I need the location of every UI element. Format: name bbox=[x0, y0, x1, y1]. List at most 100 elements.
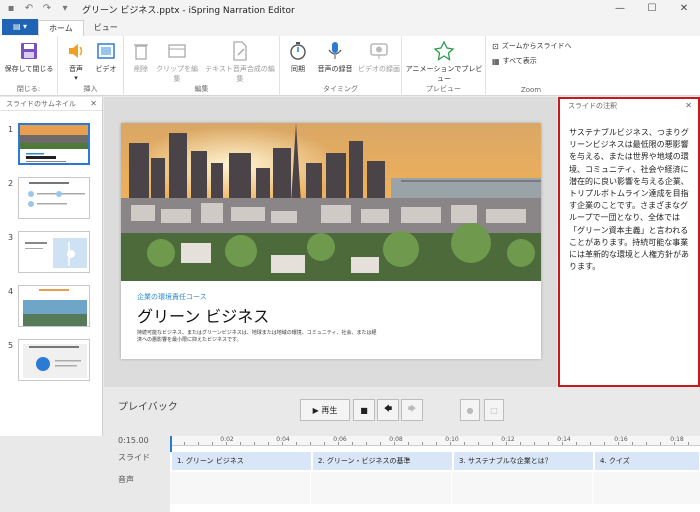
audio-button[interactable]: 音声 ▾ bbox=[62, 40, 90, 82]
current-time: 0:15.00 bbox=[118, 436, 149, 445]
tts-edit-button[interactable]: テキスト音声合成の編集 bbox=[202, 40, 278, 84]
video-label: ビデオ bbox=[95, 65, 117, 73]
preview-animation-button[interactable]: アニメーションでプレビュー bbox=[404, 40, 484, 84]
audio-dropdown-icon[interactable]: ▾ bbox=[62, 74, 90, 82]
insert-group-label: 挿入 bbox=[83, 85, 98, 93]
slide-preview: 企業の環境責任コース グリーン ビジネス 持続可能なビジネス、またはグリーンビジ… bbox=[121, 123, 541, 359]
thumbnail-preview bbox=[18, 285, 90, 327]
slide-thumbnail-3[interactable]: 3 bbox=[6, 231, 98, 275]
stop-button[interactable]: ■ bbox=[353, 399, 375, 421]
zoom-to-slide-button[interactable]: ⊡ ズームからスライドへ bbox=[492, 41, 572, 51]
thumbnail-preview bbox=[18, 177, 90, 219]
slide-thumbnail-4[interactable]: 4 bbox=[6, 285, 98, 329]
record-audio-button[interactable]: 音声の録音 bbox=[314, 40, 356, 74]
playhead[interactable] bbox=[170, 436, 172, 452]
star-icon bbox=[404, 40, 484, 62]
video-button[interactable]: ビデオ bbox=[92, 40, 120, 74]
record-audio-label: 音声の録音 bbox=[317, 65, 353, 73]
thumbnail-preview bbox=[18, 123, 90, 165]
play-button[interactable]: ▶ 再生 bbox=[300, 399, 350, 421]
undo-icon[interactable]: ↶ bbox=[22, 3, 36, 15]
zoom-group: ⊡ ズームからスライドへ ▦ すべて表示 Zoom bbox=[486, 36, 576, 96]
audio-track[interactable] bbox=[170, 472, 700, 504]
close-window-button[interactable]: ✕ bbox=[668, 0, 700, 18]
redo-icon[interactable]: ↷ bbox=[40, 3, 54, 15]
stopwatch-icon bbox=[284, 40, 312, 62]
timeline-slide-segment-2[interactable]: 2. グリーン・ビジネスの基準 bbox=[313, 452, 453, 470]
thumbnail-number: 3 bbox=[8, 233, 14, 242]
delete-label: 削除 bbox=[134, 65, 148, 73]
record-video-button[interactable]: ビデオの録画 bbox=[358, 40, 400, 74]
slide-subtitle: 企業の環境責任コース bbox=[137, 293, 207, 301]
calendar-grid-icon: ▦ bbox=[492, 56, 500, 66]
microphone-icon bbox=[314, 40, 356, 62]
thumbnail-number: 1 bbox=[8, 125, 14, 134]
close-thumbnail-panel-icon[interactable]: ✕ bbox=[90, 97, 97, 111]
sync-button[interactable]: 同期 bbox=[284, 40, 312, 74]
timing-group: 同期 音声の録音 ビデオの録画 タイミング bbox=[280, 36, 402, 96]
edit-clip-label: クリップを編集 bbox=[156, 65, 198, 83]
window-controls: — ☐ ✕ bbox=[604, 0, 700, 18]
narration-editor-window: ▪ ↶ ↷ ▾ グリーン ビジネス.pptx - iSpring Narrati… bbox=[0, 0, 700, 512]
slide-canvas: 企業の環境責任コース グリーン ビジネス 持続可能なビジネス、またはグリーンビジ… bbox=[104, 97, 557, 387]
maximize-button[interactable]: ☐ bbox=[636, 0, 668, 18]
slide-thumbnail-1[interactable]: 1 bbox=[6, 123, 98, 167]
save-close-icon bbox=[2, 40, 56, 62]
clip-edit-icon bbox=[156, 40, 198, 62]
playback-title: プレイバック bbox=[118, 402, 178, 413]
audio-track-label: 音声 bbox=[118, 475, 134, 484]
audio-label: 音声 bbox=[69, 65, 83, 73]
slide-track-label: スライド bbox=[118, 453, 150, 462]
slide-notes-text[interactable]: サステナブルビジネス、つまりグリーンビジネスは最低限の悪影響を与える、または世界… bbox=[569, 127, 693, 273]
preview-group: アニメーションでプレビュー プレビュー bbox=[402, 36, 486, 96]
delete-button[interactable]: 削除 bbox=[128, 40, 154, 74]
show-all-button[interactable]: ▦ すべて表示 bbox=[492, 56, 537, 66]
next-slide-button[interactable]: 🡆 bbox=[401, 399, 423, 421]
tts-doc-icon bbox=[202, 40, 278, 62]
insert-group: 音声 ▾ ビデオ 挿入 bbox=[58, 36, 124, 96]
zoom-group-label: Zoom bbox=[520, 86, 542, 94]
timing-group-label: タイミング bbox=[323, 85, 358, 93]
preview-group-label: プレビュー bbox=[426, 85, 461, 93]
notes-panel-title: スライドの注釈 bbox=[568, 102, 617, 110]
ribbon-tabs: ▤ ▾ ホーム ビュー bbox=[0, 18, 700, 36]
previous-slide-button[interactable]: 🡄 bbox=[377, 399, 399, 421]
edit-group-label: 編集 bbox=[194, 85, 209, 93]
tts-edit-label: テキスト音声合成の編集 bbox=[205, 65, 275, 83]
tab-home[interactable]: ホーム bbox=[38, 20, 84, 36]
zoom-to-slide-label: ズームからスライドへ bbox=[501, 42, 572, 50]
ruler-ticks bbox=[170, 442, 700, 445]
timeline-slide-segment-1[interactable]: 1. グリーン ビジネス bbox=[172, 452, 312, 470]
save-close-button[interactable]: 保存して閉じる bbox=[2, 40, 56, 74]
close-group: 保存して閉じる 閉じる: bbox=[0, 36, 58, 96]
stop-record-icon[interactable]: □ bbox=[484, 399, 504, 421]
thumbnail-panel-header: スライドのサムネイル ✕ bbox=[0, 97, 102, 111]
record-marker-icon[interactable]: ● bbox=[460, 399, 480, 421]
timeline: 0:15.00 スライド 音声 0:02 0:04 0:06 0:08 0:10… bbox=[0, 436, 700, 512]
slide-thumbnail-5[interactable]: 5 bbox=[6, 339, 98, 383]
slide-title: グリーン ビジネス bbox=[137, 307, 270, 326]
timeline-slide-segment-3[interactable]: 3. サステナブルな企業とは？ bbox=[454, 452, 594, 470]
close-notes-panel-icon[interactable]: ✕ bbox=[685, 99, 692, 113]
minimize-button[interactable]: — bbox=[604, 0, 636, 18]
save-close-label: 保存して閉じる bbox=[4, 65, 54, 73]
thumbnail-number: 5 bbox=[8, 341, 14, 350]
preview-animation-label: アニメーションでプレビュー bbox=[405, 65, 483, 83]
tab-view[interactable]: ビュー bbox=[84, 20, 128, 36]
city-skyline-image bbox=[121, 123, 541, 281]
webcam-icon bbox=[358, 40, 400, 62]
record-video-label: ビデオの録画 bbox=[358, 65, 400, 73]
thumbnail-number: 2 bbox=[8, 179, 14, 188]
app-icon: ▪ bbox=[7, 3, 15, 14]
slide-notes-panel: スライドの注釈 ✕ サステナブルビジネス、つまりグリーンビジネスは最低限の悪影響… bbox=[558, 97, 700, 387]
time-ruler[interactable]: 0:02 0:04 0:06 0:08 0:10 0:12 0:14 0:16 … bbox=[170, 436, 700, 446]
slide-thumbnail-2[interactable]: 2 bbox=[6, 177, 98, 221]
timeline-slide-segment-4[interactable]: 4. クイズ bbox=[595, 452, 700, 470]
speaker-icon bbox=[62, 40, 90, 62]
quick-access-dropdown-icon[interactable]: ▾ bbox=[58, 3, 72, 15]
thumbnail-panel-title: スライドのサムネイル bbox=[6, 100, 76, 108]
edit-clip-button[interactable]: クリップを編集 bbox=[156, 40, 198, 84]
close-group-label: 閉じる: bbox=[16, 85, 41, 93]
file-menu-button[interactable]: ▤ ▾ bbox=[2, 19, 38, 35]
timeline-labels: 0:15.00 スライド 音声 bbox=[0, 436, 170, 512]
